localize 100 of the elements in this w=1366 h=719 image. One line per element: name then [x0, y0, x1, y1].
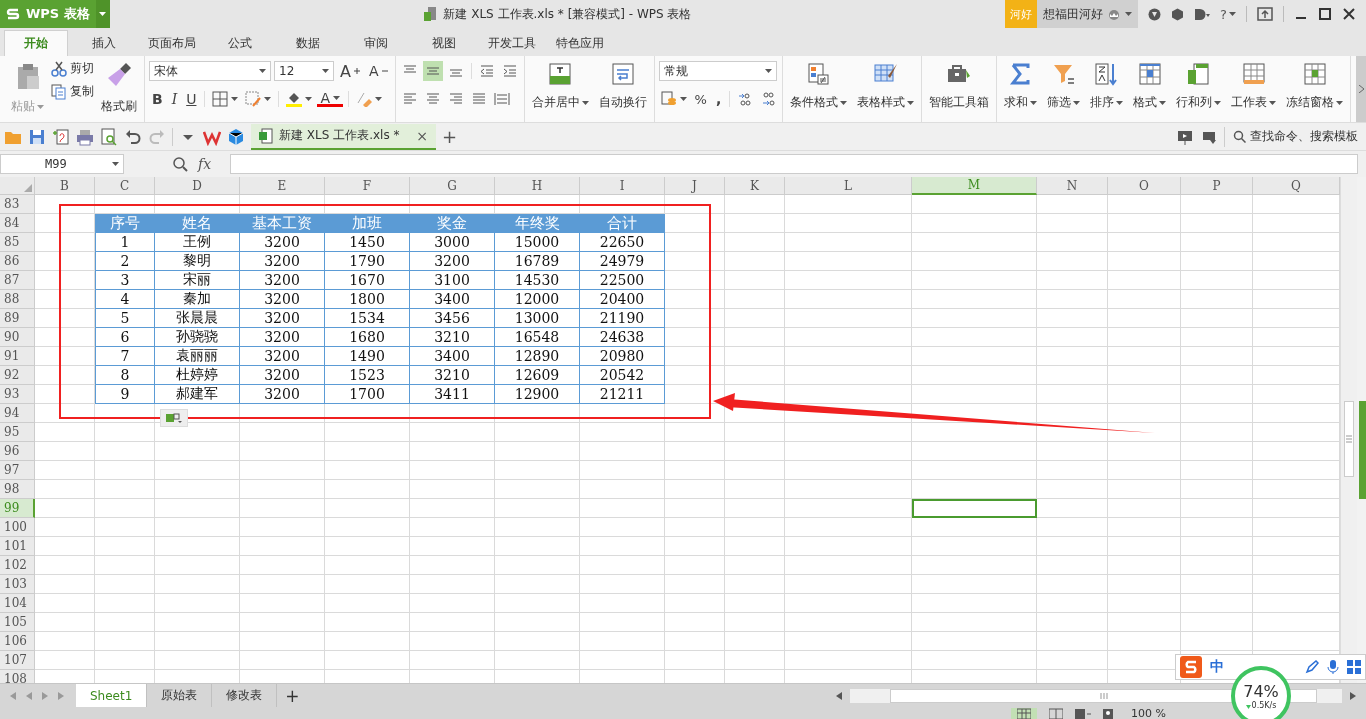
- row-header[interactable]: 105: [0, 613, 35, 632]
- copy-button[interactable]: 复制: [51, 83, 94, 100]
- row-header[interactable]: 93: [0, 385, 35, 404]
- column-header[interactable]: J: [665, 177, 725, 195]
- normal-view-icon[interactable]: [1017, 708, 1032, 719]
- row-header[interactable]: 94: [0, 404, 35, 423]
- column-header[interactable]: I: [580, 177, 665, 195]
- column-header[interactable]: D: [155, 177, 240, 195]
- minimize-panel-icon[interactable]: [1257, 7, 1273, 21]
- ribbon-button[interactable]: 筛选: [1044, 60, 1084, 116]
- column-header[interactable]: E: [240, 177, 325, 195]
- hexagon-icon[interactable]: [1171, 7, 1185, 21]
- align-button[interactable]: [422, 61, 443, 81]
- ribbon-button[interactable]: 智能工具箱: [926, 60, 993, 116]
- grow-font-button[interactable]: A: [337, 61, 363, 81]
- user-menu[interactable]: 想福田河好: [1037, 0, 1139, 28]
- row-header[interactable]: 98: [0, 480, 35, 499]
- row-header[interactable]: 100: [0, 518, 35, 537]
- name-box[interactable]: M99: [0, 154, 124, 174]
- row-header[interactable]: 104: [0, 594, 35, 613]
- document-tab[interactable]: 新建 XLS 工作表.xls * ×: [251, 123, 436, 150]
- ribbon-tab[interactable]: 开始: [4, 30, 68, 56]
- formula-input-field[interactable]: [230, 154, 1358, 174]
- add-sheet-button[interactable]: +: [277, 684, 308, 707]
- zoom-formula-icon[interactable]: [172, 156, 188, 172]
- function-label[interactable]: fx: [198, 156, 220, 172]
- row-header[interactable]: 101: [0, 537, 35, 556]
- ribbon-tab[interactable]: 审阅: [344, 30, 408, 56]
- first-sheet-icon[interactable]: [8, 690, 18, 701]
- column-header[interactable]: O: [1108, 177, 1181, 195]
- ribbon-tab[interactable]: 页面布局: [140, 30, 204, 56]
- toolbox-grid-icon[interactable]: [1347, 660, 1361, 674]
- ribbon-button[interactable]: 合并居中: [528, 60, 592, 116]
- row-header[interactable]: 107: [0, 651, 35, 670]
- input-mode-toggle[interactable]: 中: [1210, 658, 1224, 676]
- font-name-field[interactable]: 宋体: [149, 61, 271, 81]
- new-tab-button[interactable]: +: [442, 126, 458, 147]
- column-header[interactable]: Q: [1253, 177, 1340, 195]
- column-header[interactable]: P: [1181, 177, 1253, 195]
- cell-style-button[interactable]: [243, 89, 274, 109]
- pen-icon[interactable]: [1305, 660, 1319, 674]
- row-header[interactable]: 103: [0, 575, 35, 594]
- row-header[interactable]: 86: [0, 252, 35, 271]
- comma-button[interactable]: ,: [712, 89, 725, 109]
- page-layout-icon[interactable]: [1049, 708, 1064, 719]
- ribbon-button[interactable]: 求和: [1001, 60, 1041, 116]
- row-header[interactable]: 96: [0, 442, 35, 461]
- ribbon-tab[interactable]: 视图: [412, 30, 476, 56]
- ribbon-button[interactable]: 自动换行: [595, 60, 650, 116]
- sheet-tab[interactable]: Sheet1: [76, 684, 148, 707]
- row-header[interactable]: 106: [0, 632, 35, 651]
- printer-icon[interactable]: [76, 127, 94, 146]
- row-header[interactable]: 87: [0, 271, 35, 290]
- ribbon-button[interactable]: 冻结窗格: [1283, 60, 1347, 116]
- active-cell[interactable]: [912, 499, 1037, 518]
- ribbon-button[interactable]: 条件格式: [787, 60, 851, 116]
- cube-icon[interactable]: [227, 127, 245, 146]
- previous-sheet-icon[interactable]: [24, 690, 34, 701]
- row-header[interactable]: 95: [0, 423, 35, 442]
- number-format-field[interactable]: 常规: [658, 61, 777, 81]
- ribbon-tab[interactable]: 开发工具: [480, 30, 544, 56]
- sogou-logo-icon[interactable]: [1180, 656, 1202, 678]
- ribbon-tab[interactable]: 特色应用: [548, 30, 612, 56]
- column-header[interactable]: C: [95, 177, 155, 195]
- row-header[interactable]: 84: [0, 214, 35, 233]
- ribbon-button[interactable]: 工作表: [1228, 60, 1280, 116]
- cut-button[interactable]: 剪切: [51, 60, 94, 77]
- row-header[interactable]: 97: [0, 461, 35, 480]
- maximize-icon[interactable]: [1318, 7, 1332, 21]
- shrink-font-button[interactable]: A: [365, 61, 391, 81]
- close-icon[interactable]: [1342, 7, 1356, 21]
- ribbon-button[interactable]: 表格样式: [854, 60, 918, 116]
- row-header[interactable]: 88: [0, 290, 35, 309]
- row-header[interactable]: 102: [0, 556, 35, 575]
- ribbon-button[interactable]: 排序: [1087, 60, 1127, 116]
- paste-options-button[interactable]: [160, 409, 188, 427]
- ribbon-tab[interactable]: 数据: [276, 30, 340, 56]
- underline-button[interactable]: U: [183, 89, 200, 109]
- font-color-button[interactable]: A: [317, 91, 344, 107]
- save-icon[interactable]: [28, 127, 46, 146]
- close-tab-button[interactable]: ×: [416, 127, 428, 144]
- select-all-icon[interactable]: [24, 184, 32, 192]
- column-header[interactable]: F: [325, 177, 410, 195]
- row-header[interactable]: 90: [0, 328, 35, 347]
- vertical-scrollbar[interactable]: [1340, 177, 1357, 683]
- row-header[interactable]: 85: [0, 233, 35, 252]
- column-header[interactable]: L: [785, 177, 912, 195]
- next-sheet-icon[interactable]: [40, 690, 50, 701]
- column-header[interactable]: K: [725, 177, 785, 195]
- font-size-field[interactable]: 12: [274, 61, 334, 81]
- column-header[interactable]: M: [912, 177, 1037, 195]
- ribbon-button[interactable]: 格式: [1130, 60, 1170, 116]
- print-preview-icon[interactable]: [100, 127, 118, 146]
- microphone-icon[interactable]: [1327, 660, 1339, 674]
- last-sheet-icon[interactable]: [56, 690, 66, 701]
- ribbon-tab[interactable]: 公式: [208, 30, 272, 56]
- row-header[interactable]: 92: [0, 366, 35, 385]
- borders-button[interactable]: [210, 89, 241, 109]
- row-header[interactable]: 99: [0, 499, 35, 518]
- row-header[interactable]: 83: [0, 195, 35, 214]
